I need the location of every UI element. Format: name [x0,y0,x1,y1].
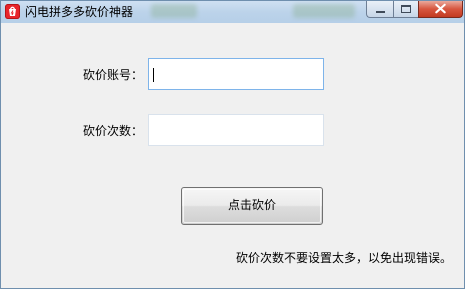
close-button[interactable] [418,1,463,18]
count-input[interactable] [148,114,324,146]
text-caret [153,68,154,82]
background-blur [151,4,197,18]
minimize-button[interactable] [366,1,393,18]
app-window: 闪电拼多多砍价神器 砍价账号： 砍价次数： 点击砍价 砍价次数不要设置太多，以免… [0,0,465,289]
account-input[interactable] [148,58,324,90]
minimize-icon [376,11,385,13]
caption-buttons [366,1,463,18]
main-panel: 砍价账号： 砍价次数： 点击砍价 砍价次数不要设置太多，以免出现错误。 [1,23,464,288]
maximize-icon [401,5,411,13]
account-label: 砍价账号： [83,68,144,82]
close-icon [435,3,446,14]
maximize-button[interactable] [393,1,418,18]
lightning-app-icon [5,4,20,19]
bargain-button[interactable]: 点击砍价 [181,187,323,225]
title-bar[interactable]: 闪电拼多多砍价神器 [1,1,464,23]
background-blur [293,4,355,18]
count-label: 砍价次数： [83,124,144,138]
warning-note: 砍价次数不要设置太多，以免出现错误。 [236,251,453,265]
bargain-button-label: 点击砍价 [227,198,276,212]
window-title: 闪电拼多多砍价神器 [25,5,134,19]
